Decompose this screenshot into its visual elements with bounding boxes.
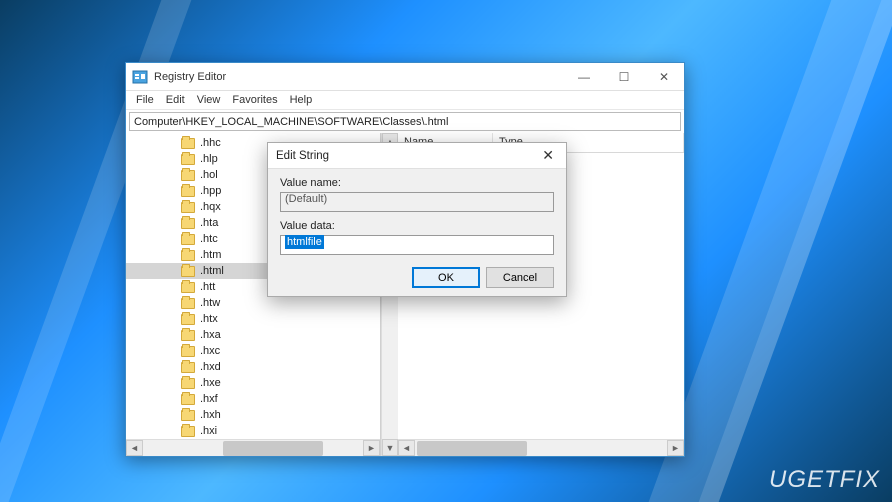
tree-item-label: .htt: [200, 281, 215, 293]
tree-item-label: .hhc: [200, 137, 221, 149]
folder-icon: [181, 426, 195, 437]
dialog-body: Value name: (Default) Value data: htmlfi…: [268, 169, 566, 296]
tree-item-label: .hxh: [200, 409, 221, 421]
tree-item-label: .hxi: [200, 425, 217, 437]
tree-item-label: .hta: [200, 217, 218, 229]
tree-item-label: .hol: [200, 169, 218, 181]
address-bar[interactable]: Computer\HKEY_LOCAL_MACHINE\SOFTWARE\Cla…: [129, 112, 681, 131]
folder-icon: [181, 250, 195, 261]
watermark: UGETFIX: [769, 466, 880, 494]
window-title: Registry Editor: [154, 71, 564, 83]
tree-item[interactable]: .hxi: [126, 423, 380, 439]
address-text: Computer\HKEY_LOCAL_MACHINE\SOFTWARE\Cla…: [134, 116, 448, 128]
tree-item-label: .html: [200, 265, 224, 277]
tree-item-label: .htx: [200, 313, 218, 325]
folder-icon: [181, 298, 195, 309]
folder-icon: [181, 186, 195, 197]
tree-item-label: .hxc: [200, 345, 220, 357]
tree-item[interactable]: .hxe: [126, 375, 380, 391]
tree-hscrollbar[interactable]: ◄ ►: [126, 439, 380, 456]
folder-icon: [181, 154, 195, 165]
folder-icon: [181, 202, 195, 213]
menu-file[interactable]: File: [130, 94, 160, 106]
folder-icon: [181, 138, 195, 149]
folder-icon: [181, 362, 195, 373]
tree-item-label: .hxd: [200, 361, 221, 373]
dialog-title: Edit String: [276, 150, 538, 162]
scroll-track[interactable]: [143, 440, 363, 456]
tree-item[interactable]: .htx: [126, 311, 380, 327]
tree-item[interactable]: .hxc: [126, 343, 380, 359]
regedit-icon: [132, 69, 148, 85]
scroll-down-icon[interactable]: ▼: [382, 439, 398, 456]
tree-item-label: .hlp: [200, 153, 218, 165]
menu-edit[interactable]: Edit: [160, 94, 191, 106]
tree-item[interactable]: .hxf: [126, 391, 380, 407]
folder-icon: [181, 314, 195, 325]
tree-item-label: .hpp: [200, 185, 221, 197]
folder-icon: [181, 410, 195, 421]
scroll-track[interactable]: [415, 440, 667, 456]
tree-item-label: .hqx: [200, 201, 221, 213]
value-name-input[interactable]: (Default): [280, 192, 554, 212]
cancel-button[interactable]: Cancel: [486, 267, 554, 288]
folder-icon: [181, 330, 195, 341]
bg-streak: [699, 0, 892, 502]
scroll-left-icon[interactable]: ◄: [126, 440, 143, 456]
menubar: File Edit View Favorites Help: [126, 91, 684, 110]
tree-item[interactable]: .hxh: [126, 407, 380, 423]
edit-string-dialog: Edit String ✕ Value name: (Default) Valu…: [267, 142, 567, 297]
dialog-titlebar[interactable]: Edit String ✕: [268, 143, 566, 169]
menu-help[interactable]: Help: [284, 94, 319, 106]
folder-icon: [181, 218, 195, 229]
folder-icon: [181, 346, 195, 357]
scroll-left-icon[interactable]: ◄: [398, 440, 415, 456]
scroll-right-icon[interactable]: ►: [363, 440, 380, 456]
tree-item-label: .htw: [200, 297, 220, 309]
tree-item[interactable]: .hxd: [126, 359, 380, 375]
titlebar[interactable]: Registry Editor — ☐ ✕: [126, 63, 684, 91]
dialog-buttons: OK Cancel: [280, 263, 554, 288]
tree-item[interactable]: .hxa: [126, 327, 380, 343]
tree-item-label: .hxe: [200, 377, 221, 389]
folder-icon: [181, 282, 195, 293]
tree-item-label: .hxf: [200, 393, 218, 405]
scroll-thumb[interactable]: [417, 441, 527, 456]
close-button[interactable]: ✕: [644, 63, 684, 91]
folder-icon: [181, 266, 195, 277]
tree-item[interactable]: .htw: [126, 295, 380, 311]
menu-favorites[interactable]: Favorites: [226, 94, 283, 106]
scroll-thumb[interactable]: [223, 441, 323, 456]
folder-icon: [181, 378, 195, 389]
value-data-input[interactable]: htmlfile: [280, 235, 554, 255]
ok-button[interactable]: OK: [412, 267, 480, 288]
dialog-close-icon[interactable]: ✕: [538, 147, 558, 164]
tree-item-label: .htc: [200, 233, 218, 245]
tree-item-label: .hxa: [200, 329, 221, 341]
value-name-label: Value name:: [280, 177, 554, 189]
maximize-button[interactable]: ☐: [604, 63, 644, 91]
minimize-button[interactable]: —: [564, 63, 604, 91]
tree-item-label: .htm: [200, 249, 221, 261]
scroll-right-icon[interactable]: ►: [667, 440, 684, 456]
value-data-label: Value data:: [280, 220, 554, 232]
folder-icon: [181, 394, 195, 405]
list-hscrollbar[interactable]: ◄ ►: [398, 439, 684, 456]
folder-icon: [181, 170, 195, 181]
folder-icon: [181, 234, 195, 245]
menu-view[interactable]: View: [191, 94, 227, 106]
